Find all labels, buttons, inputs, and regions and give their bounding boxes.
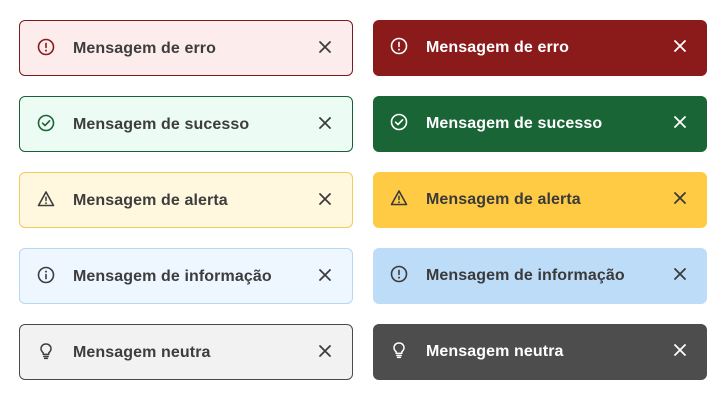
lightbulb-icon — [37, 342, 55, 360]
close-icon[interactable] — [671, 341, 689, 359]
alert-message: Mensagem de erro — [73, 40, 216, 57]
check-circle-icon — [37, 114, 55, 132]
alert-message: Mensagem de alerta — [73, 192, 228, 209]
info-alert-light: Mensagem de informação — [19, 248, 353, 304]
warning-triangle-icon — [390, 189, 408, 207]
neutral-alert-light: Mensagem neutra — [19, 324, 353, 380]
alert-message: Mensagem de sucesso — [73, 116, 250, 133]
alert-message: Mensagem de erro — [426, 39, 569, 56]
info-circle-icon — [37, 266, 55, 284]
alert-message: Mensagem de alerta — [426, 191, 581, 208]
error-alert-light: Mensagem de erro — [19, 20, 353, 76]
alert-message: Mensagem neutra — [73, 344, 211, 361]
close-icon[interactable] — [671, 189, 689, 207]
close-icon[interactable] — [316, 266, 334, 284]
check-circle-icon — [390, 113, 408, 131]
error-circle-icon — [390, 265, 408, 283]
error-circle-icon — [390, 37, 408, 55]
close-icon[interactable] — [671, 265, 689, 283]
lightbulb-icon — [390, 341, 408, 359]
alert-message: Mensagem neutra — [426, 343, 564, 360]
success-alert-light: Mensagem de sucesso — [19, 96, 353, 152]
close-icon[interactable] — [671, 113, 689, 131]
error-alert-filled: Mensagem de erro — [373, 20, 707, 76]
neutral-alert-filled: Mensagem neutra — [373, 324, 707, 380]
close-icon[interactable] — [316, 38, 334, 56]
alert-message: Mensagem de sucesso — [426, 115, 603, 132]
warning-triangle-icon — [37, 190, 55, 208]
close-icon[interactable] — [316, 190, 334, 208]
warning-alert-filled: Mensagem de alerta — [373, 172, 707, 228]
error-circle-icon — [37, 38, 55, 56]
close-icon[interactable] — [671, 37, 689, 55]
warning-alert-light: Mensagem de alerta — [19, 172, 353, 228]
info-alert-filled: Mensagem de informação — [373, 248, 707, 304]
close-icon[interactable] — [316, 114, 334, 132]
alert-message: Mensagem de informação — [73, 268, 272, 285]
alert-message: Mensagem de informação — [426, 267, 625, 284]
close-icon[interactable] — [316, 342, 334, 360]
success-alert-filled: Mensagem de sucesso — [373, 96, 707, 152]
